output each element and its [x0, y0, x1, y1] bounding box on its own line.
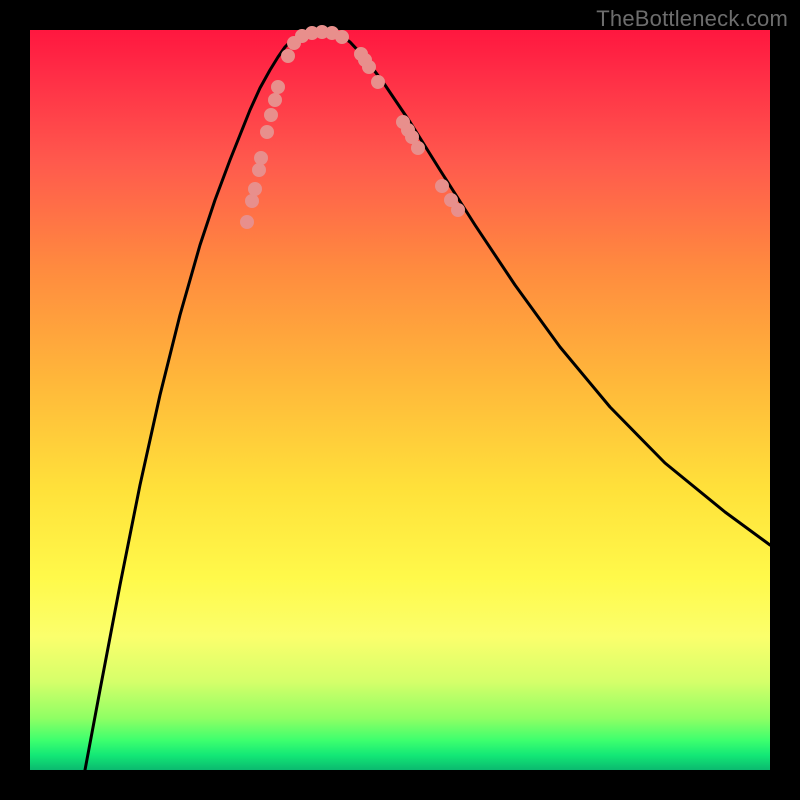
curve-markers [241, 26, 465, 229]
bottleneck-curve [85, 32, 770, 770]
watermark-text: TheBottleneck.com [596, 6, 788, 32]
curve-dot [372, 76, 385, 89]
curve-dot [436, 180, 449, 193]
curve-dot [261, 126, 274, 139]
curve-dot [336, 31, 349, 44]
curve-dot [452, 204, 465, 217]
curve-dot [363, 61, 376, 74]
curve-dot [253, 164, 266, 177]
curve-dot [412, 142, 425, 155]
chart-frame [30, 30, 770, 770]
curve-dot [246, 195, 259, 208]
curve-dot [255, 152, 268, 165]
curve-dot [265, 109, 278, 122]
chart-svg [30, 30, 770, 770]
curve-dot [241, 216, 254, 229]
curve-dot [272, 81, 285, 94]
curve-dot [282, 50, 295, 63]
curve-dot [269, 94, 282, 107]
curve-dot [249, 183, 262, 196]
